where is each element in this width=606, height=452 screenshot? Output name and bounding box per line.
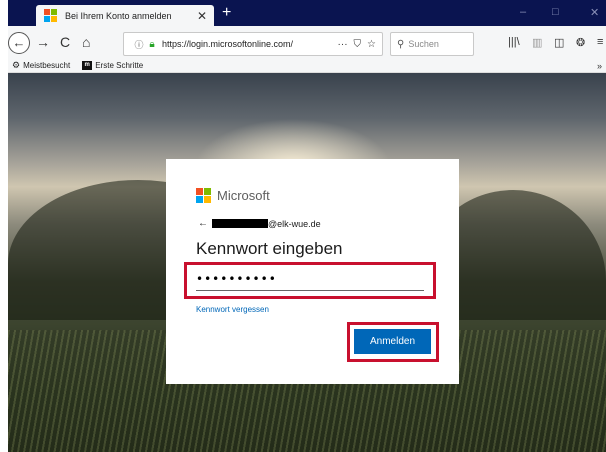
pocket-icon[interactable]: ⛉ bbox=[354, 39, 362, 50]
back-button[interactable]: ← bbox=[8, 32, 30, 54]
bookmark-erste-schritte[interactable]: m Erste Schritte bbox=[82, 61, 143, 70]
reload-button[interactable]: C bbox=[60, 33, 70, 51]
info-icon[interactable]: ⓘ bbox=[132, 38, 146, 51]
signin-button[interactable]: Anmelden bbox=[354, 329, 431, 354]
minimize-button[interactable]: – bbox=[520, 6, 526, 18]
forgot-password-link[interactable]: Kennwort vergessen bbox=[196, 305, 269, 314]
home-button[interactable]: ⌂ bbox=[82, 33, 90, 51]
menu-icon[interactable]: ≡ bbox=[597, 36, 603, 48]
microsoft-logo-icon bbox=[196, 188, 211, 203]
m-icon: m bbox=[82, 61, 93, 70]
microsoft-brand: Microsoft bbox=[196, 188, 270, 203]
url-text[interactable]: https://login.microsoftonline.com/ bbox=[162, 39, 338, 49]
microsoft-logo-icon bbox=[44, 9, 57, 22]
search-icon: ⚲ bbox=[397, 38, 405, 50]
reader-view-icon[interactable]: ◫ bbox=[554, 36, 564, 49]
url-bar[interactable]: ⓘ 🔒︎ https://login.microsoftonline.com/ … bbox=[123, 32, 383, 56]
bookmarks-overflow-icon[interactable]: » bbox=[597, 61, 602, 71]
search-box[interactable]: ⚲ Suchen bbox=[390, 32, 474, 56]
email-suffix: @elk-wue.de bbox=[268, 218, 321, 229]
tab-title: Bei Ihrem Konto anmelden bbox=[65, 10, 172, 21]
tab-close-icon[interactable]: ✕ bbox=[194, 9, 210, 23]
back-arrow-icon[interactable]: ← bbox=[198, 218, 208, 229]
close-window-button[interactable]: ✕ bbox=[590, 6, 599, 19]
identity-banner[interactable]: ← @elk-wue.de bbox=[198, 218, 321, 229]
forward-button[interactable]: → bbox=[36, 33, 50, 51]
redacted-username bbox=[212, 219, 268, 228]
extension-icon[interactable]: ❂ bbox=[576, 36, 585, 49]
bookmark-label: Meistbesucht bbox=[23, 61, 71, 70]
brand-name: Microsoft bbox=[217, 188, 270, 203]
lock-icon: 🔒︎ bbox=[149, 38, 155, 50]
sidebar-icon[interactable]: ▥ bbox=[532, 36, 542, 49]
page-title: Kennwort eingeben bbox=[196, 239, 343, 258]
bookmark-meistbesucht[interactable]: ⚙ Meistbesucht bbox=[12, 60, 70, 71]
library-icon[interactable]: |||\ bbox=[508, 36, 520, 48]
search-placeholder: Suchen bbox=[408, 39, 439, 49]
page-actions-icon[interactable]: ··· bbox=[338, 39, 348, 50]
bookmark-star-icon[interactable]: ☆ bbox=[367, 39, 376, 50]
bookmarks-bar: ⚙ Meistbesucht m Erste Schritte » bbox=[8, 59, 606, 73]
gear-icon: ⚙ bbox=[12, 60, 21, 70]
maximize-button[interactable]: □ bbox=[552, 6, 559, 18]
password-field[interactable] bbox=[196, 268, 424, 291]
new-tab-button[interactable]: + bbox=[222, 4, 231, 22]
left-margin bbox=[0, 0, 8, 452]
tab-active[interactable]: Bei Ihrem Konto anmelden ✕ bbox=[36, 5, 214, 26]
bookmark-label: Erste Schritte bbox=[95, 61, 144, 70]
